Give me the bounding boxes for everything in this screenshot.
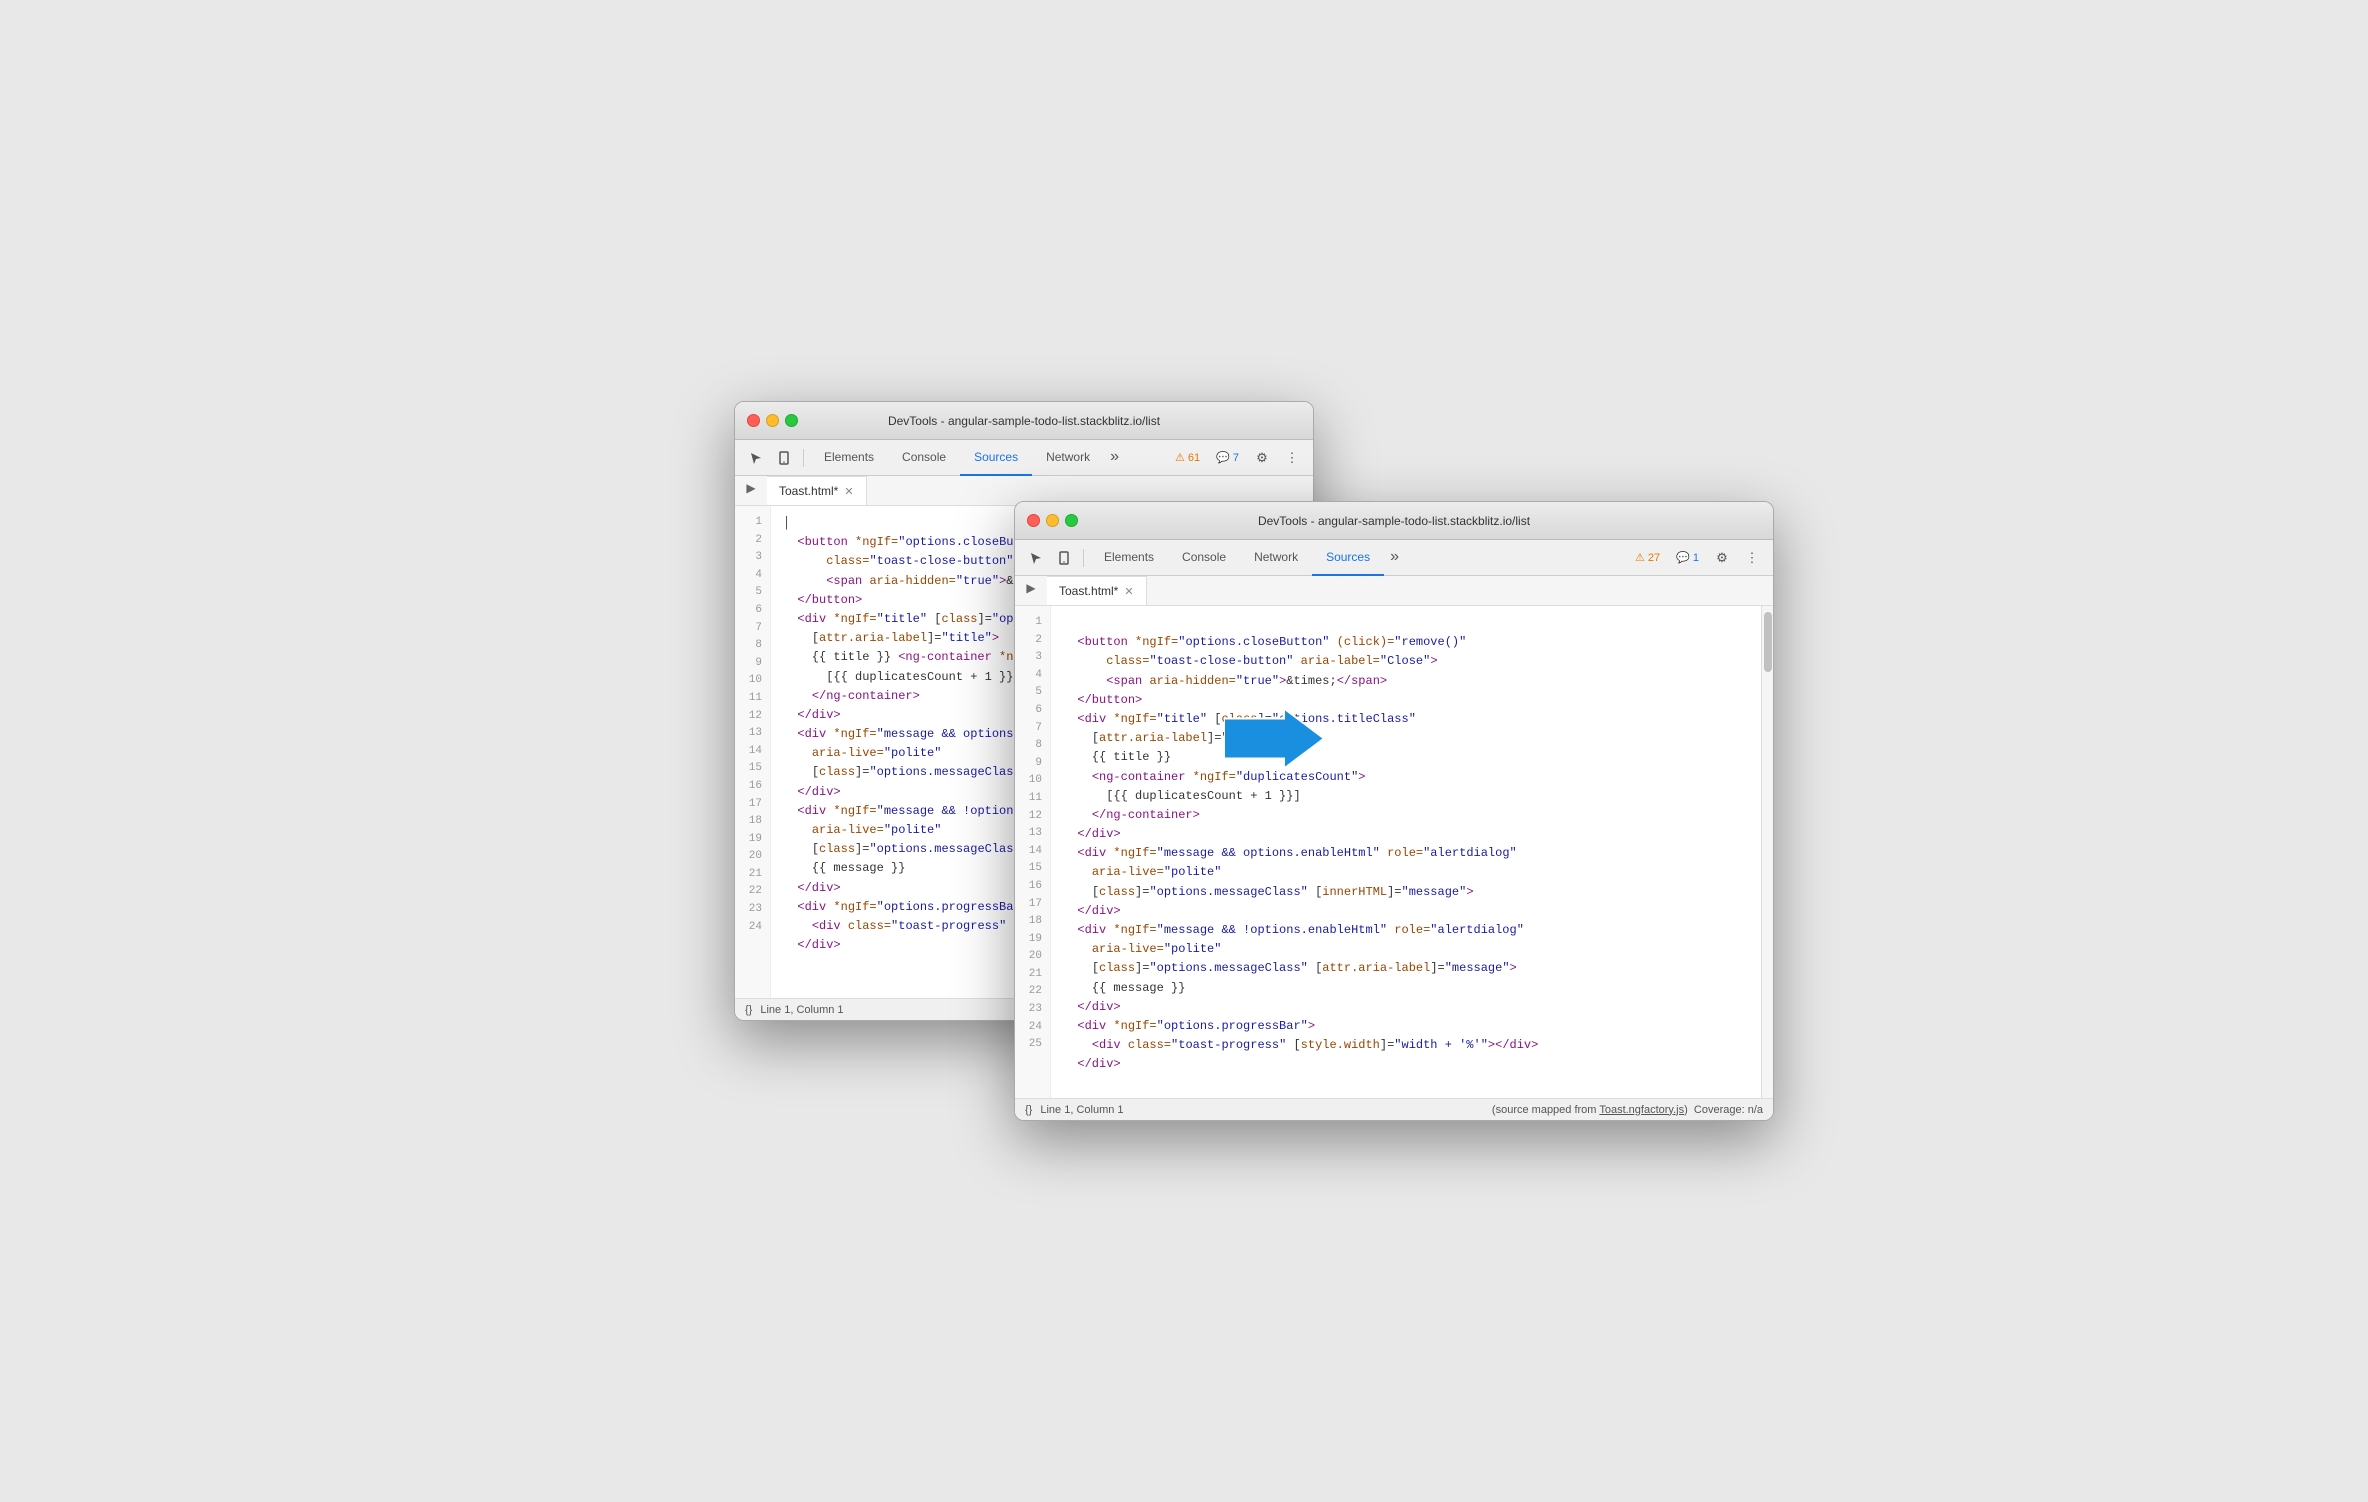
code-line-front-17: <div *ngIf="message && !options.enableHt…	[1063, 921, 1749, 940]
file-tab-toast-back[interactable]: Toast.html* ✕	[767, 476, 867, 505]
devtools-window-front: DevTools - angular-sample-todo-list.stac…	[1014, 501, 1774, 1121]
line-numbers-front: 12345 678910 1112131415 1617181920 21222…	[1015, 606, 1051, 1098]
code-line-front-23: <div class="toast-progress" [style.width…	[1063, 1036, 1749, 1055]
code-line-front-18: aria-live="polite"	[1063, 940, 1749, 959]
scrollbar-thumb[interactable]	[1764, 612, 1772, 672]
arrow-icon	[1224, 709, 1324, 769]
statusbar-left-back: {} Line 1, Column 1	[745, 1004, 844, 1016]
toolbar-sep-front	[1083, 549, 1084, 567]
statusbar-braces-back: {}	[745, 1004, 752, 1016]
code-line-front-2: <button *ngIf="options.closeButton" (cli…	[1063, 633, 1749, 652]
warning-badge-front[interactable]: ⚠ 27	[1629, 549, 1666, 566]
file-toggle-back[interactable]: ▶	[739, 476, 763, 500]
code-line-front-25	[1063, 1075, 1749, 1094]
scrollbar-front[interactable]	[1761, 606, 1773, 1098]
code-line-front-20: {{ message }}	[1063, 979, 1749, 998]
line-numbers-back: 12345 678910 1112131415 1617181920 21222…	[735, 506, 771, 998]
code-line-front-7: [attr.aria-label]="title">	[1063, 729, 1749, 748]
titlebar-title-back: DevTools - angular-sample-todo-list.stac…	[888, 414, 1160, 428]
minimize-button-front[interactable]	[1046, 514, 1059, 527]
toolbar-front: Elements Console Network Sources » ⚠ 27 …	[1015, 540, 1773, 576]
code-line-front-8: {{ title }}	[1063, 748, 1749, 767]
file-tab-close-front[interactable]: ✕	[1124, 585, 1133, 598]
code-line-front-1	[1063, 614, 1749, 633]
tab-network-front[interactable]: Network	[1240, 540, 1312, 576]
file-tab-close-back[interactable]: ✕	[844, 485, 853, 498]
code-line-front-19: [class]="options.messageClass" [attr.ari…	[1063, 959, 1749, 978]
traffic-lights-front[interactable]	[1027, 514, 1078, 527]
window-body-front: Elements Console Network Sources » ⚠ 27 …	[1015, 540, 1773, 1120]
file-tab-label-back: Toast.html*	[779, 484, 838, 498]
statusbar-source-front: (source mapped from Toast.ngfactory.js) …	[1492, 1104, 1763, 1116]
code-line-front-24: </div>	[1063, 1055, 1749, 1074]
file-tab-label-front: Toast.html*	[1059, 584, 1118, 598]
warning-badge-back[interactable]: ⚠ 61	[1169, 449, 1206, 466]
arrow-container	[1224, 709, 1324, 774]
code-line-front-6: <div *ngIf="title" [class]="options.titl…	[1063, 710, 1749, 729]
file-toggle-front[interactable]: ▶	[1019, 576, 1043, 600]
statusbar-left-front: {} Line 1, Column 1	[1025, 1104, 1124, 1116]
code-line-front-5: </button>	[1063, 691, 1749, 710]
code-line-front-15: [class]="options.messageClass" [innerHTM…	[1063, 883, 1749, 902]
tab-bar-back: Elements Console Sources Network »	[810, 440, 1167, 476]
code-line-front-11: </ng-container>	[1063, 806, 1749, 825]
statusbar-source-text-front: (source mapped from	[1492, 1104, 1599, 1116]
toolbar-right-front: ⚠ 27 💬 1 ⚙ ⋮	[1629, 545, 1765, 571]
more-icon-front[interactable]: ⋮	[1739, 545, 1765, 571]
scene: DevTools - angular-sample-todo-list.stac…	[734, 401, 1634, 1101]
code-lines-front: <button *ngIf="options.closeButton" (cli…	[1051, 606, 1761, 1098]
titlebar-back: DevTools - angular-sample-todo-list.stac…	[735, 402, 1313, 440]
toolbar-right-back: ⚠ 61 💬 7 ⚙ ⋮	[1169, 445, 1305, 471]
cursor-icon[interactable]	[743, 445, 769, 471]
tab-sources-front[interactable]: Sources	[1312, 540, 1384, 576]
code-line-front-12: </div>	[1063, 825, 1749, 844]
tab-network-back[interactable]: Network	[1032, 440, 1104, 476]
cursor-icon-front[interactable]	[1023, 545, 1049, 571]
code-line-front-3: class="toast-close-button" aria-label="C…	[1063, 652, 1749, 671]
tab-bar-front: Elements Console Network Sources »	[1090, 540, 1627, 576]
tab-more-front[interactable]: »	[1384, 540, 1405, 576]
tab-more-back[interactable]: »	[1104, 440, 1125, 476]
statusbar-position-back: Line 1, Column 1	[760, 1004, 843, 1016]
tab-console-back[interactable]: Console	[888, 440, 960, 476]
titlebar-title-front: DevTools - angular-sample-todo-list.stac…	[1258, 514, 1530, 528]
close-button-back[interactable]	[747, 414, 760, 427]
code-line-front-9: <ng-container *ngIf="duplicatesCount">	[1063, 768, 1749, 787]
settings-icon-front[interactable]: ⚙	[1709, 545, 1735, 571]
toolbar-back: Elements Console Sources Network » ⚠ 61 …	[735, 440, 1313, 476]
minimize-button-back[interactable]	[766, 414, 779, 427]
file-tabbar-front: ▶ Toast.html* ✕	[1015, 576, 1773, 606]
more-icon-back[interactable]: ⋮	[1279, 445, 1305, 471]
close-button-front[interactable]	[1027, 514, 1040, 527]
comment-badge-back[interactable]: 💬 7	[1210, 449, 1245, 466]
code-line-front-21: </div>	[1063, 998, 1749, 1017]
comment-badge-front[interactable]: 💬 1	[1670, 549, 1705, 566]
code-line-front-13: <div *ngIf="message && options.enableHtm…	[1063, 844, 1749, 863]
tab-elements-front[interactable]: Elements	[1090, 540, 1168, 576]
tab-console-front[interactable]: Console	[1168, 540, 1240, 576]
settings-icon-back[interactable]: ⚙	[1249, 445, 1275, 471]
statusbar-coverage-front: ) Coverage: n/a	[1684, 1104, 1763, 1116]
file-tab-toast-front[interactable]: Toast.html* ✕	[1047, 576, 1147, 605]
statusbar-braces-front: {}	[1025, 1104, 1032, 1116]
tab-sources-back[interactable]: Sources	[960, 440, 1032, 476]
fullscreen-button-front[interactable]	[1065, 514, 1078, 527]
titlebar-front: DevTools - angular-sample-todo-list.stac…	[1015, 502, 1773, 540]
toolbar-sep-1	[803, 449, 804, 467]
statusbar-position-front: Line 1, Column 1	[1040, 1104, 1123, 1116]
code-area-front: 12345 678910 1112131415 1617181920 21222…	[1015, 606, 1773, 1098]
code-line-front-22: <div *ngIf="options.progressBar">	[1063, 1017, 1749, 1036]
fullscreen-button-back[interactable]	[785, 414, 798, 427]
code-line-front-4: <span aria-hidden="true">&times;</span>	[1063, 672, 1749, 691]
statusbar-front: {} Line 1, Column 1 (source mapped from …	[1015, 1098, 1773, 1120]
statusbar-link-front[interactable]: Toast.ngfactory.js	[1599, 1104, 1684, 1116]
mobile-icon-front[interactable]	[1051, 545, 1077, 571]
code-line-front-16: </div>	[1063, 902, 1749, 921]
tab-elements-back[interactable]: Elements	[810, 440, 888, 476]
code-line-front-14: aria-live="polite"	[1063, 863, 1749, 882]
traffic-lights-back[interactable]	[747, 414, 798, 427]
mobile-icon[interactable]	[771, 445, 797, 471]
code-line-front-10: [{{ duplicatesCount + 1 }}]	[1063, 787, 1749, 806]
